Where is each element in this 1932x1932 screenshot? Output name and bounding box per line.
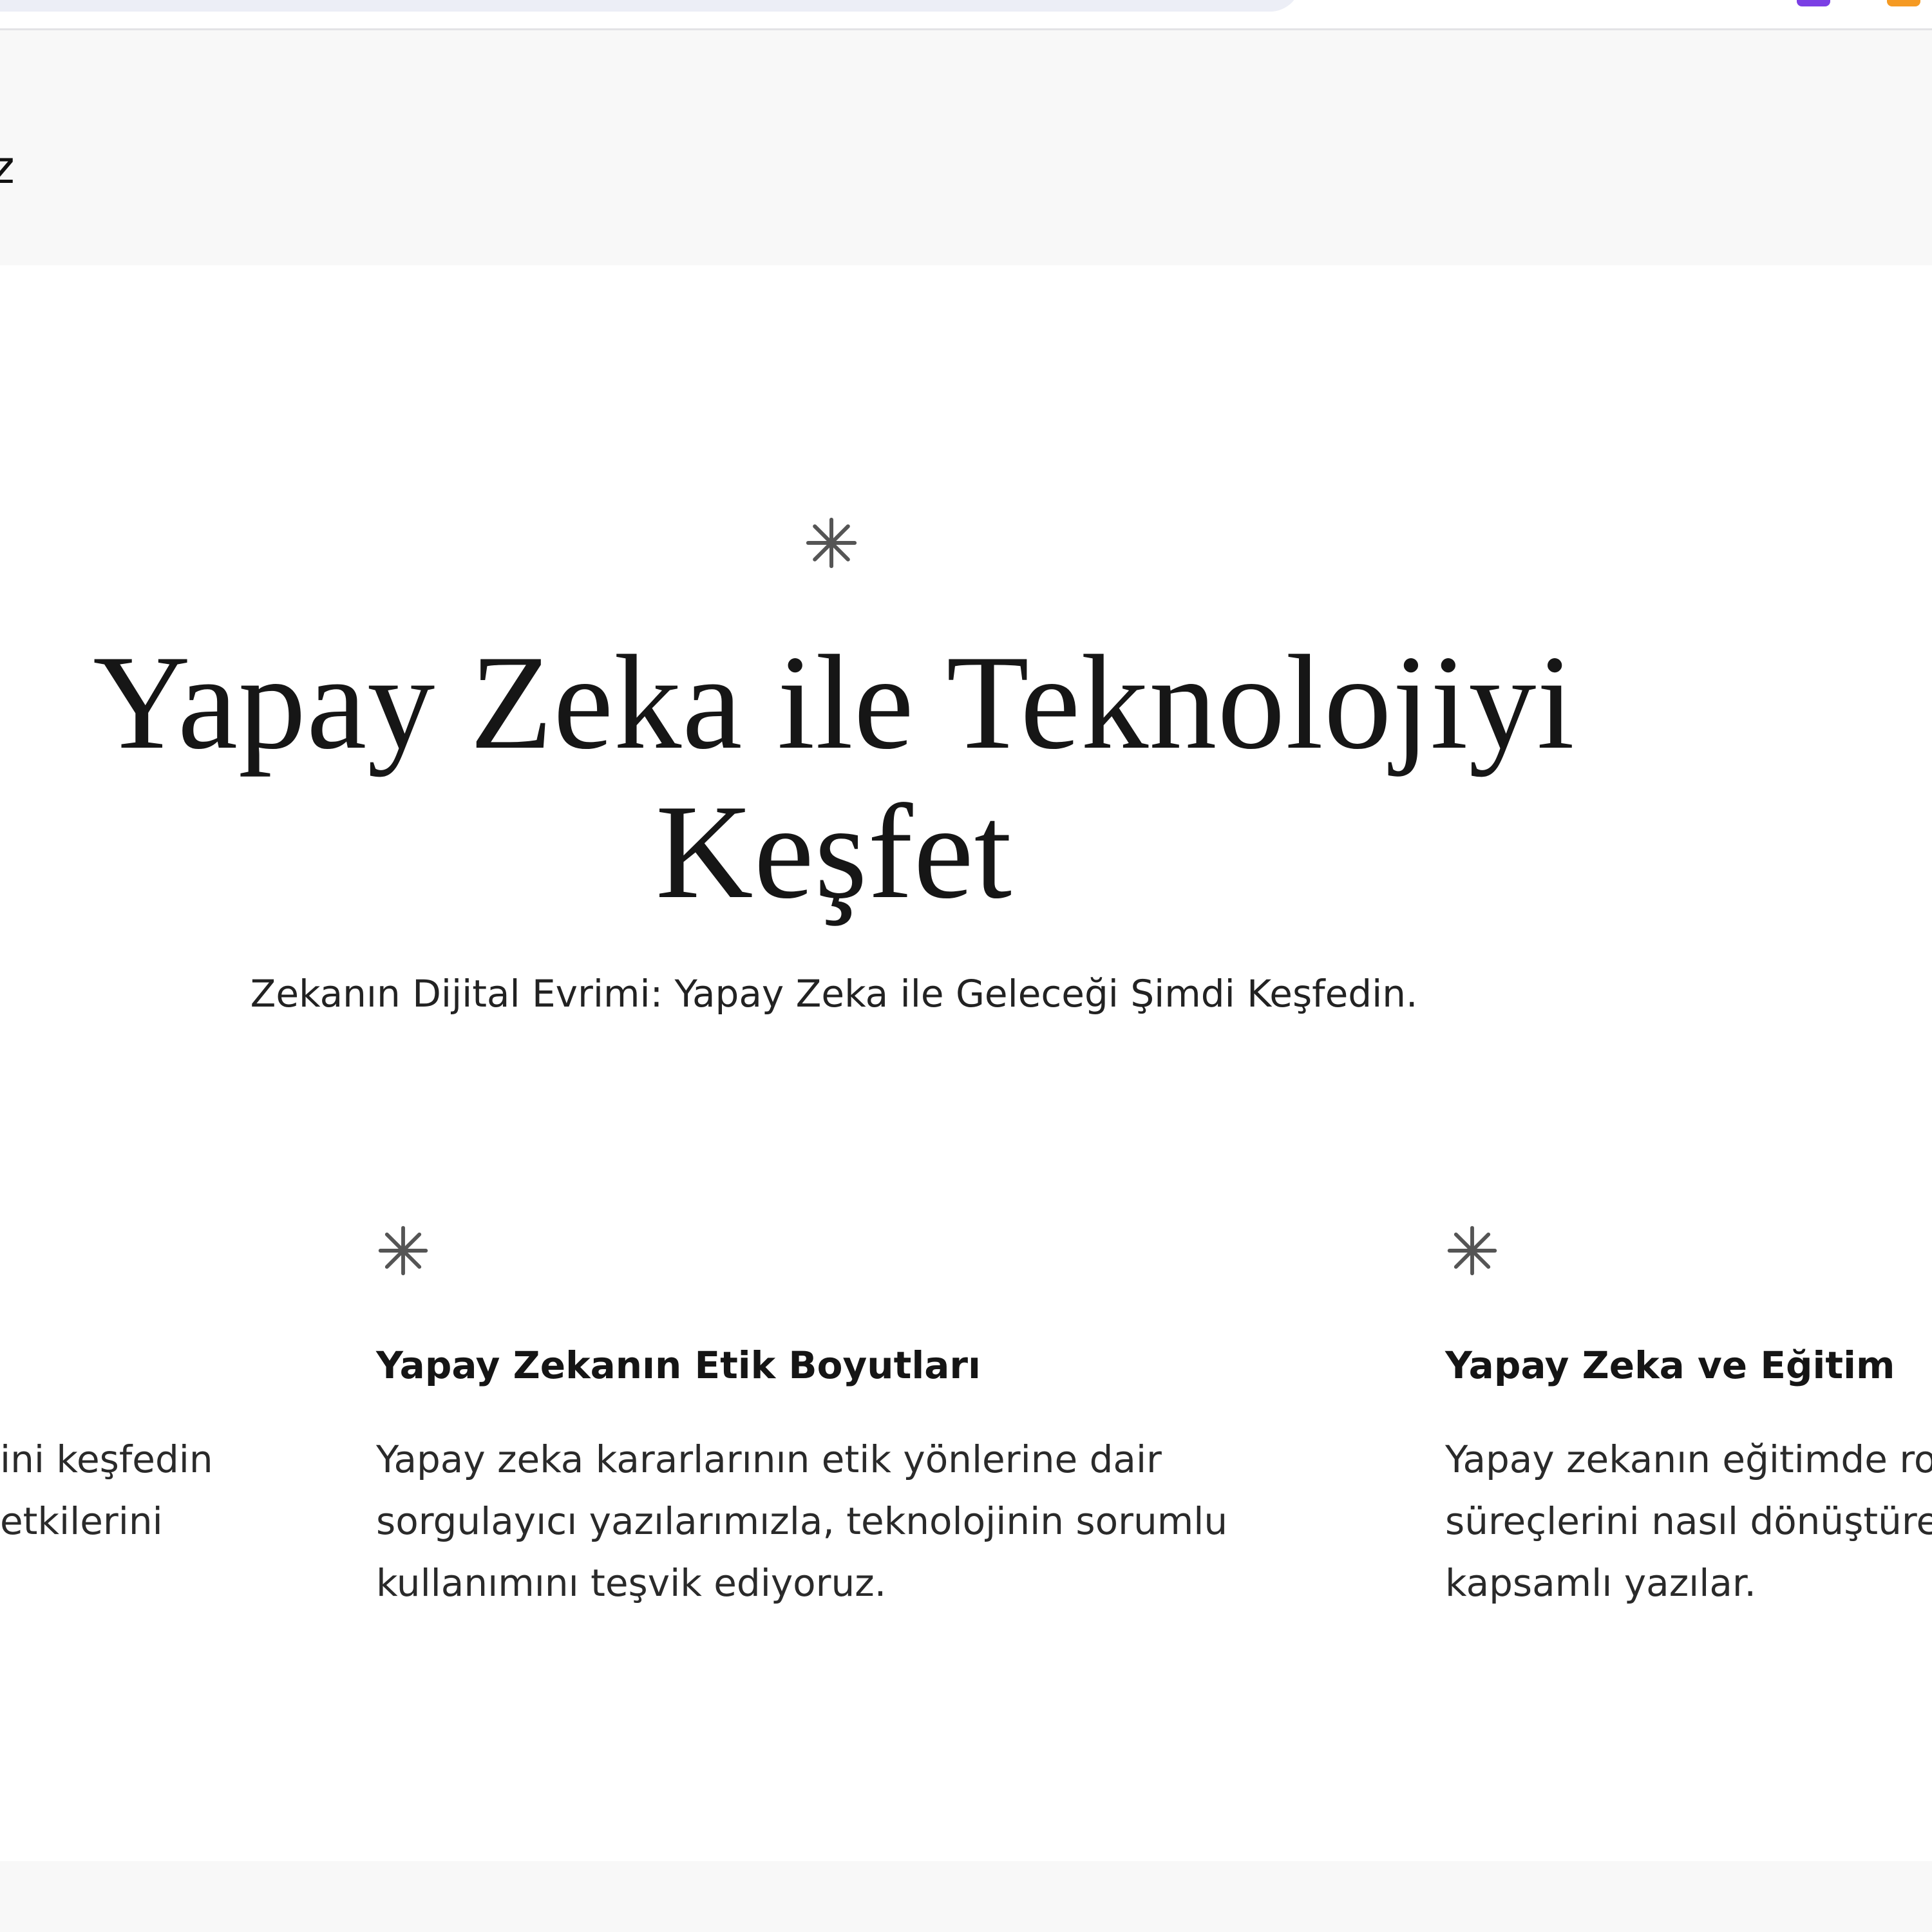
- feature-description-line: kullanımını teşvik ediyoruz.: [376, 1561, 887, 1605]
- hero-subtitle: Zekanın Dijital Evrimi: Yapay Zeka ile G…: [250, 972, 1418, 1016]
- feature-title[interactable]: Yapay Zekanın Etik Boyutları: [376, 1343, 981, 1388]
- hero-title: Yapay Zeka ile Teknolojiyi Keşfet: [64, 628, 1604, 927]
- feature-description-line: kapsamlı yazılar.: [1445, 1561, 1756, 1605]
- asterisk-icon: [1447, 1226, 1497, 1276]
- feature-description: Yapay zeka kararlarının etik yönlerine d…: [376, 1428, 1227, 1614]
- page: z Yapay Zeka ile Teknolojiyi Keşfet Zeka…: [0, 0, 1932, 1932]
- feature-description-line: etkilerini: [0, 1499, 163, 1543]
- asterisk-icon: [378, 1226, 428, 1276]
- site-logo[interactable]: z: [0, 145, 15, 190]
- address-bar[interactable]: [0, 0, 1301, 12]
- feature-description: ini keşfedin etkilerini: [0, 1428, 213, 1552]
- asterisk-icon: [806, 517, 857, 569]
- hero-title-line-2: Keşfet: [655, 777, 1013, 927]
- purple-extension-icon[interactable]: [1797, 0, 1830, 6]
- feature-description-line: süreçlerini nasıl dönüştüre: [1445, 1499, 1932, 1543]
- feature-card-education: Yapay Zeka ve Eğitim Yapay zekanın eğiti…: [1445, 1224, 1932, 1605]
- feature-title[interactable]: Yapay Zeka ve Eğitim: [1445, 1343, 1895, 1388]
- site-header: z: [0, 30, 1932, 265]
- footer-strip: [0, 1861, 1932, 1932]
- orange-extension-icon[interactable]: [1887, 0, 1920, 6]
- feature-description-line: ini keşfedin: [0, 1437, 213, 1481]
- feature-description-line: Yapay zeka kararlarının etik yönlerine d…: [376, 1437, 1162, 1481]
- hero-title-line-1: Yapay Zeka ile Teknolojiyi: [93, 628, 1575, 777]
- feature-description-line: Yapay zekanın eğitimde ro: [1445, 1437, 1932, 1481]
- feature-description-line: sorgulayıcı yazılarımızla, teknolojinin …: [376, 1499, 1228, 1543]
- browser-toolbar: [0, 0, 1932, 30]
- feature-description: Yapay zekanın eğitimde ro süreçlerini na…: [1445, 1428, 1932, 1614]
- feature-card-ethics: Yapay Zekanın Etik Boyutları Yapay zeka …: [376, 1224, 1342, 1605]
